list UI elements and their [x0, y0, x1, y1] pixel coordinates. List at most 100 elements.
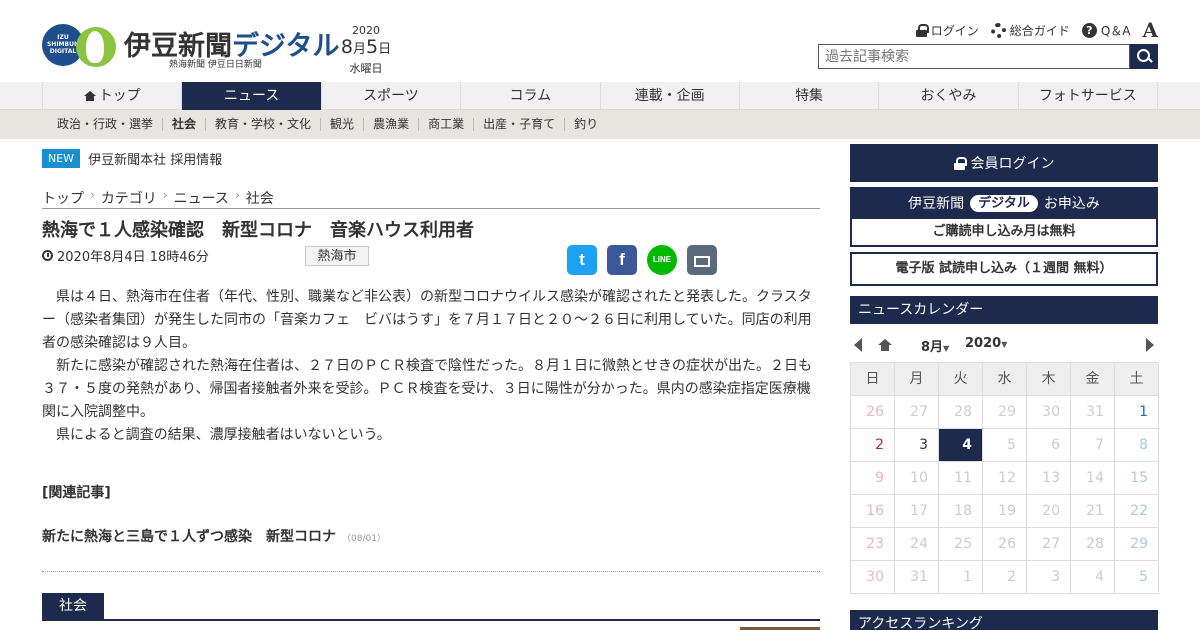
calendar-day: 1 [939, 561, 983, 594]
digital-pill: デジタル [970, 194, 1038, 212]
main-nav: トップ ニュース スポーツ コラム 連載・企画 特集 おくやみ フォトサービス [0, 82, 1200, 110]
calendar-day: 4 [1071, 561, 1115, 594]
member-login-button[interactable]: 会員ログイン [850, 144, 1158, 182]
breadcrumb-item[interactable]: 社会 [246, 188, 274, 208]
sub-nav: 政治・行政・選挙 社会 教育・学校・文化 観光 農漁業 商工業 出産・子育て 釣… [0, 110, 1200, 139]
calendar-day: 19 [983, 495, 1027, 528]
month-select[interactable]: 8月▼ [921, 336, 949, 355]
nav-item-top[interactable]: トップ [42, 82, 181, 110]
calendar-day: 12 [983, 462, 1027, 495]
calendar-day: 5 [1115, 561, 1159, 594]
subnav-item-fishing[interactable]: 釣り [565, 118, 607, 131]
calendar-day: 26 [851, 396, 895, 429]
font-size-button[interactable]: A [1142, 18, 1158, 42]
calendar-grid: 日月火水木金土 26 27 28 29 30 31 1 2 3 4 5 6 7 8 9 10 11 12 13 14 15… [850, 362, 1159, 594]
logo-subtitle: 熱海新聞 伊豆日日新聞 [169, 60, 262, 70]
nav-item-series[interactable]: 連載・企画 [599, 82, 739, 110]
calendar-weekday: 日 [851, 363, 895, 396]
facebook-icon: f [619, 250, 625, 269]
next-month-icon[interactable] [1146, 338, 1154, 352]
mail-icon [694, 256, 710, 267]
related-article-link[interactable]: 新たに熱海と三島で１人ずつ感染 新型コロナ （08/01） [42, 526, 386, 546]
facebook-share-button[interactable]: f [607, 245, 637, 275]
twitter-icon: t [579, 250, 585, 269]
subnav-item-tourism[interactable]: 観光 [321, 118, 365, 131]
lock-icon [915, 23, 929, 37]
calendar-day[interactable]: 2 [851, 429, 895, 462]
calendar-day: 24 [895, 528, 939, 561]
calendar-day: 27 [895, 396, 939, 429]
ranking-title: アクセスランキング [850, 610, 1158, 630]
nav-item-obituaries[interactable]: おくやみ [878, 82, 1017, 110]
calendar-day: 22 [1115, 495, 1159, 528]
calendar-day: 15 [1115, 462, 1159, 495]
year-select[interactable]: 2020▼ [965, 336, 1007, 351]
section-tab-society[interactable]: 社会 [42, 593, 104, 620]
nav-item-features[interactable]: 特集 [738, 82, 878, 110]
chevron-right-icon: › [162, 188, 168, 202]
article-tag[interactable]: 熱海市 [305, 246, 369, 266]
site-logo[interactable]: IZU SHIMBUN DIGITAL 伊豆新聞デジタル 熱海新聞 伊豆日日新聞 [42, 24, 339, 70]
calendar-day: 10 [895, 462, 939, 495]
nav-item-news[interactable]: ニュース [181, 82, 321, 110]
subnav-item-education[interactable]: 教育・学校・文化 [206, 118, 322, 131]
nav-item-column[interactable]: コラム [460, 82, 599, 110]
calendar-day: 5 [983, 429, 1027, 462]
mail-share-button[interactable] [687, 245, 717, 275]
calendar-day: 8 [1115, 429, 1159, 462]
calendar-day: 18 [939, 495, 983, 528]
prev-month-icon[interactable] [854, 338, 862, 352]
calendar-day: 9 [851, 462, 895, 495]
divider [42, 571, 820, 572]
calendar-day: 31 [895, 561, 939, 594]
search-input[interactable] [818, 44, 1130, 69]
breadcrumb-item[interactable]: カテゴリ [101, 188, 157, 208]
article-paragraph: 県は４日、熱海市在住者（年代、性別、職業など非公表）の新型コロナウイルス感染が確… [42, 289, 812, 351]
article-paragraph: 新たに感染が確認された熱海在住者は、２７日のＰＣＲ検査で陰性だった。８月１日に微… [42, 358, 812, 420]
calendar-day: 28 [1071, 528, 1115, 561]
subnav-item-parenting[interactable]: 出産・子育て [474, 118, 566, 131]
article-body: 県は４日、熱海市在住者（年代、性別、職業など非公表）の新型コロナウイルス感染が確… [42, 286, 820, 447]
article-datetime: 2020年8月4日 18時46分 [42, 246, 209, 265]
section-divider [42, 619, 820, 621]
calendar-day[interactable]: 3 [895, 429, 939, 462]
qa-link[interactable]: ? Q＆A [1081, 22, 1130, 39]
home-icon [878, 339, 892, 351]
caret-down-icon: ▼ [1001, 340, 1008, 349]
notice-bar[interactable]: NEW 伊豆新聞本社 採用情報 [42, 149, 222, 168]
nav-item-photo[interactable]: フォトサービス [1017, 82, 1158, 110]
nav-item-sports[interactable]: スポーツ [320, 82, 460, 110]
related-date: （08/01） [342, 534, 386, 544]
clock-icon [42, 250, 53, 261]
breadcrumb-item[interactable]: トップ [42, 188, 84, 208]
trial-signup-button[interactable]: 電子版 試読申し込み（１週間 無料） [850, 252, 1158, 286]
calendar-day: 16 [851, 495, 895, 528]
utility-links: ログイン 総合ガイド ? Q＆A A [915, 18, 1158, 42]
twitter-share-button[interactable]: t [567, 245, 597, 275]
login-link[interactable]: ログイン [915, 22, 979, 39]
current-date: 2020 8月5日 水曜日 [340, 24, 392, 75]
subnav-item-politics[interactable]: 政治・行政・選挙 [48, 118, 164, 131]
line-share-button[interactable]: LINE [647, 245, 677, 275]
calendar-weekday: 木 [1027, 363, 1071, 396]
search-form [818, 44, 1158, 69]
calendar-day-today[interactable]: 4 [939, 429, 983, 462]
related-heading: [関連記事] [42, 485, 111, 501]
calendar-day: 23 [851, 528, 895, 561]
calendar-day: 30 [1027, 396, 1071, 429]
guide-link[interactable]: 総合ガイド [990, 22, 1070, 39]
subnav-item-commerce[interactable]: 商工業 [419, 118, 475, 131]
search-button[interactable] [1130, 44, 1158, 69]
subscribe-box[interactable]: 伊豆新聞 デジタル お申込み ご購読申し込み月は無料 [850, 187, 1158, 247]
calendar-day: 7 [1071, 429, 1115, 462]
calendar-day[interactable]: 1 [1115, 396, 1159, 429]
subnav-item-society[interactable]: 社会 [163, 118, 207, 131]
notice-text: 伊豆新聞本社 採用情報 [88, 153, 223, 168]
calendar-home-button[interactable] [878, 339, 892, 351]
subnav-item-agriculture[interactable]: 農漁業 [364, 118, 420, 131]
subscribe-free-text: ご購読申し込み月は無料 [852, 219, 1156, 245]
calendar-day: 14 [1071, 462, 1115, 495]
article-paragraph: 県によると調査の結果、濃厚接触者はいないという。 [56, 427, 391, 443]
calendar-day: 30 [851, 561, 895, 594]
breadcrumb-item[interactable]: ニュース [174, 188, 229, 208]
